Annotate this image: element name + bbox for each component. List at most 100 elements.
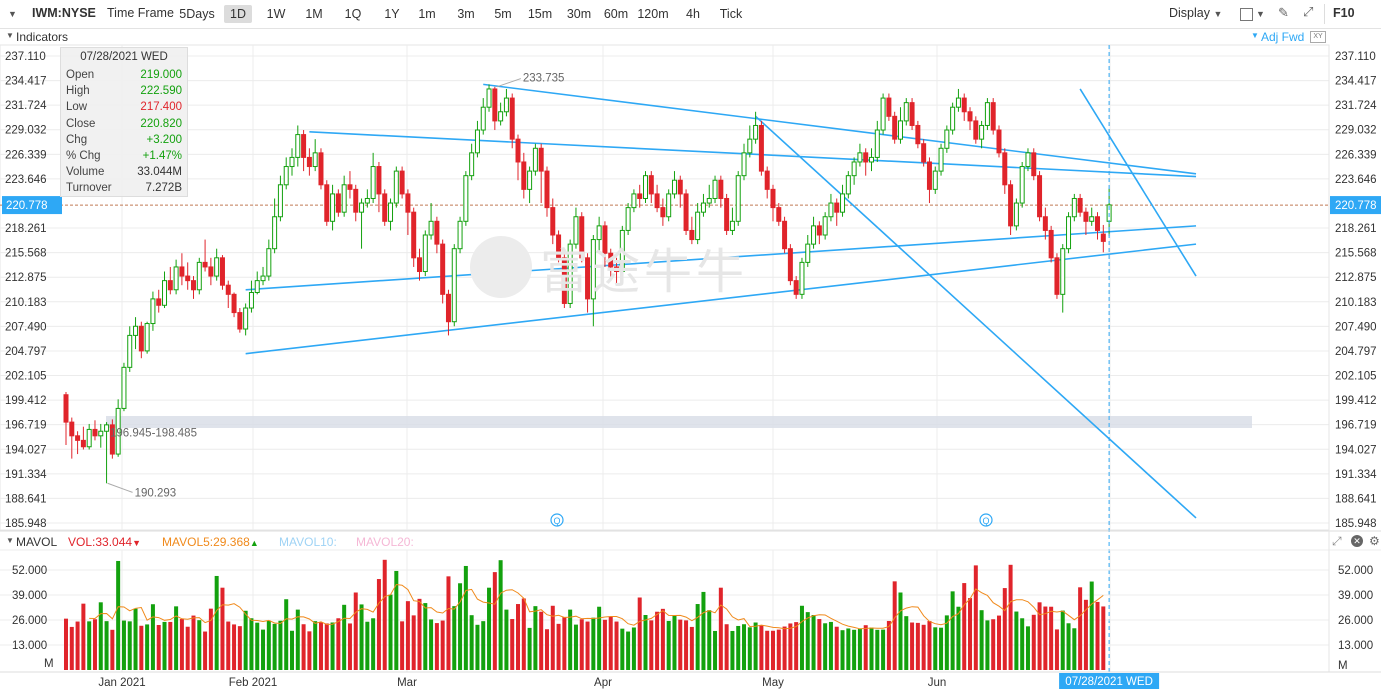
- event-marker-icon[interactable]: [979, 513, 993, 527]
- candle: [80, 426, 86, 450]
- close-icon[interactable]: ✕: [1351, 535, 1363, 547]
- volume-bar: [1095, 601, 1100, 670]
- settings-icon[interactable]: ⚙: [1369, 534, 1380, 548]
- candle-body: [932, 170, 938, 190]
- chevron-down-icon[interactable]: ▼: [8, 9, 17, 19]
- chevron-down-icon[interactable]: ▼: [6, 31, 14, 40]
- candle-body: [1048, 229, 1054, 259]
- price-grid: [0, 44, 1330, 672]
- period-tab-4h[interactable]: 4h: [682, 5, 704, 23]
- candle: [799, 257, 805, 299]
- indicators-label[interactable]: Indicators: [16, 30, 68, 44]
- period-tab-3m[interactable]: 3m: [453, 5, 479, 23]
- period-tab-60m[interactable]: 60m: [602, 5, 630, 23]
- volume-bar: [973, 565, 978, 670]
- period-tab-5days[interactable]: 5Days: [178, 5, 216, 23]
- candle: [979, 120, 985, 149]
- candle: [138, 321, 144, 359]
- price-tick-right: 226.339: [1335, 149, 1377, 161]
- volume-tick-left: 39.000: [12, 590, 47, 602]
- candle-body: [892, 115, 898, 140]
- candle: [295, 125, 301, 167]
- period-tab-1w[interactable]: 1W: [262, 5, 290, 23]
- candle-body: [498, 111, 504, 122]
- period-tab-5m[interactable]: 5m: [491, 5, 515, 23]
- tooltip-row: High 222.590: [66, 83, 182, 99]
- candle-body: [747, 138, 753, 154]
- chevron-down-icon[interactable]: ▼: [1251, 31, 1259, 40]
- expand-icon[interactable]: ⤢: [1332, 534, 1342, 549]
- candle: [364, 189, 370, 208]
- symbol-label[interactable]: IWM:NYSE: [32, 6, 96, 20]
- display-menu[interactable]: Display ▼: [1169, 6, 1222, 20]
- candle-body: [1031, 152, 1037, 177]
- pencil-icon[interactable]: ✎: [1278, 5, 1289, 21]
- price-tick-left: 215.568: [5, 248, 47, 260]
- trendline: [755, 115, 1197, 519]
- volume-bar: [516, 604, 521, 670]
- layout-icon[interactable]: [1240, 8, 1253, 21]
- f10-button[interactable]: F10: [1333, 6, 1355, 20]
- candle: [660, 198, 666, 226]
- current-price-right: 220.778: [1335, 200, 1377, 212]
- period-tab-1m[interactable]: 1m: [416, 5, 438, 23]
- candle-body: [926, 161, 932, 190]
- candle-body: [138, 325, 144, 352]
- candle-body: [1013, 202, 1019, 227]
- tooltip-key: Close: [66, 117, 96, 130]
- time-tick: Jul: [1103, 677, 1118, 689]
- candle-body: [1106, 204, 1112, 222]
- volume-bar: [1072, 628, 1077, 670]
- candle-body: [828, 202, 834, 218]
- trendline: [309, 131, 1197, 178]
- fullscreen-icon[interactable]: ⤢: [1303, 4, 1313, 20]
- candle: [816, 221, 822, 245]
- price-chart[interactable]: 237.110 237.110 234.417 234.417 231.724 231.7…: [0, 0, 1381, 689]
- volume-bar: [631, 627, 636, 670]
- price-tick-right: 204.797: [1335, 346, 1377, 358]
- volume-bar: [881, 629, 886, 670]
- volume-bar: [730, 630, 735, 670]
- chevron-down-icon[interactable]: ▼: [6, 536, 14, 545]
- candle: [156, 289, 162, 313]
- candle: [1008, 180, 1014, 235]
- candle: [782, 216, 788, 254]
- high-annotation: 233.735: [523, 73, 565, 85]
- volume-bar: [1020, 618, 1025, 670]
- volume-bar: [116, 560, 121, 670]
- volume-bar: [852, 629, 857, 670]
- candle: [758, 120, 764, 176]
- current-price-box-left: [2, 196, 62, 215]
- axis-scale-icon[interactable]: XY: [1310, 31, 1326, 43]
- event-marker-icon[interactable]: [550, 513, 564, 527]
- period-tab-30m[interactable]: 30m: [565, 5, 593, 23]
- volume-bar: [701, 591, 706, 670]
- period-tab-15m[interactable]: 15m: [526, 5, 554, 23]
- period-tab-1m[interactable]: 1M: [301, 5, 327, 23]
- candle-body: [625, 207, 631, 231]
- mavol-title[interactable]: MAVOL: [16, 535, 57, 549]
- chevron-down-icon[interactable]: ▼: [1256, 9, 1265, 19]
- candle-body: [1019, 166, 1025, 204]
- candle-body: [162, 280, 168, 306]
- period-tab-1y[interactable]: 1Y: [379, 5, 405, 23]
- candle: [845, 171, 851, 199]
- top-toolbar: ▼ IWM:NYSE Time Frame 5Days 1D 1W 1M 1Q 1Y 1m 3…: [0, 0, 1381, 29]
- period-tab-120m[interactable]: 120m: [637, 5, 669, 23]
- volume-bar: [921, 624, 926, 670]
- period-tab-1q[interactable]: 1Q: [340, 5, 366, 23]
- candle: [509, 93, 515, 149]
- period-tab-tick[interactable]: Tick: [716, 5, 746, 23]
- candle-body: [654, 193, 660, 209]
- period-tab-1d[interactable]: 1D: [224, 5, 252, 23]
- candle: [1002, 148, 1008, 194]
- candle: [1083, 207, 1089, 235]
- volume-bar: [573, 624, 578, 670]
- time-tick: Feb 2021: [229, 677, 278, 689]
- candle-body: [451, 248, 457, 323]
- candle-body: [845, 175, 851, 195]
- candle-body: [787, 248, 793, 282]
- volume-bar: [527, 627, 532, 670]
- event-marker-glyph: Q: [983, 516, 990, 526]
- adj-fwd-toggle[interactable]: Adj Fwd: [1261, 30, 1304, 44]
